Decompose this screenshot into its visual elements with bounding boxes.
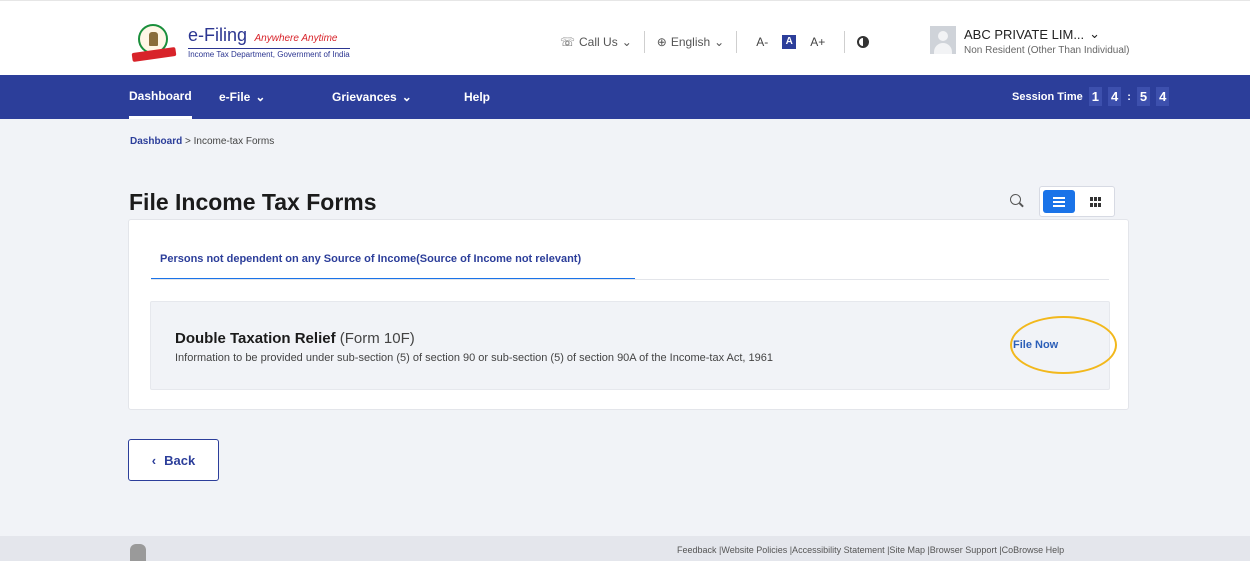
font-normal-button[interactable]: A <box>782 35 797 49</box>
nav-efile[interactable]: e-File ⌄ <box>219 75 265 119</box>
nav-dashboard[interactable]: Dashboard <box>129 75 192 119</box>
highlight-annotation <box>1010 316 1117 374</box>
tab-divider <box>151 279 1109 280</box>
view-toggle <box>1039 186 1115 217</box>
chevron-down-icon: ⌄ <box>255 90 266 104</box>
language-label: English <box>670 35 711 49</box>
list-view-button[interactable] <box>1043 190 1075 213</box>
breadcrumb-separator: > <box>185 136 191 147</box>
tab-label: Persons not dependent on any Source of I… <box>160 253 582 265</box>
session-label: Session Time <box>1012 90 1083 103</box>
top-header: e-Filing Anywhere Anytime Income Tax Dep… <box>0 0 1250 75</box>
nav-label: Grievances <box>332 90 397 104</box>
avatar <box>930 26 956 54</box>
breadcrumb: Dashboard > Income-tax Forms <box>130 136 274 147</box>
session-digit: 1 <box>1088 87 1102 106</box>
chevron-down-icon: ⌄ <box>401 90 412 104</box>
form-name: Double Taxation Relief <box>175 330 336 347</box>
form-description: Information to be provided under sub-sec… <box>175 352 774 364</box>
chevron-down-icon: ⌄ <box>1089 26 1101 41</box>
breadcrumb-dashboard-link[interactable]: Dashboard <box>130 136 182 147</box>
logo-tagline: Anywhere Anytime <box>254 32 338 44</box>
header-tools: ☏ Call Us ⌄ ⊕ English ⌄ A- A A+ <box>560 31 870 53</box>
grid-icon <box>1089 196 1101 207</box>
session-digit: 4 <box>1107 87 1122 106</box>
divider <box>736 31 738 53</box>
list-icon <box>1053 196 1065 207</box>
logo-subtitle: Income Tax Department, Government of Ind… <box>188 47 350 59</box>
globe-icon: ⊕ <box>656 35 667 49</box>
logo-title: e-Filing <box>188 24 248 45</box>
session-colon: : <box>1127 90 1131 103</box>
phone-icon: ☏ <box>560 35 576 49</box>
footer: Feedback |Website Policies |Accessibilit… <box>0 536 1250 561</box>
session-digit: 4 <box>1156 87 1170 106</box>
breadcrumb-current: Income-tax Forms <box>193 136 275 147</box>
form-code: (Form 10F) <box>339 330 415 347</box>
session-timer: Session Time 1 4 : 5 4 <box>1012 87 1170 106</box>
nav-label: e-File <box>219 90 251 104</box>
user-name: ABC PRIVATE LIM... <box>964 26 1085 42</box>
contrast-toggle-icon[interactable] <box>857 36 870 48</box>
chevron-down-icon: ⌄ <box>621 35 632 49</box>
view-tools <box>1010 186 1115 217</box>
session-digit: 5 <box>1136 87 1151 106</box>
call-us-label: Call Us <box>579 35 618 49</box>
form-title: Double Taxation Relief (Form 10F) <box>175 330 415 347</box>
form-list-item: Double Taxation Relief (Form 10F) Inform… <box>150 301 1110 390</box>
nav-grievances[interactable]: Grievances ⌄ <box>332 75 412 119</box>
chevron-down-icon: ⌄ <box>714 35 725 49</box>
divider <box>844 31 846 53</box>
footer-links[interactable]: Feedback |Website Policies |Accessibilit… <box>677 545 1064 555</box>
main-nav: Dashboard e-File ⌄ Grievances ⌄ Help Ses… <box>0 75 1250 119</box>
tab-source-not-relevant[interactable]: Persons not dependent on any Source of I… <box>151 247 635 280</box>
nav-label: Help <box>464 90 491 104</box>
user-type: Non Resident (Other Than Individual) <box>964 45 1130 56</box>
back-button[interactable]: ‹ Back <box>128 439 219 481</box>
user-menu[interactable]: ABC PRIVATE LIM... ⌄ Non Resident (Other… <box>930 26 1129 56</box>
language-dropdown[interactable]: ⊕ English ⌄ <box>657 35 724 49</box>
back-label: Back <box>164 452 196 468</box>
nav-help[interactable]: Help <box>464 75 490 119</box>
divider <box>643 31 645 53</box>
chevron-left-icon: ‹ <box>151 452 157 468</box>
font-decrease-button[interactable]: A- <box>756 35 768 49</box>
emblem-icon <box>130 544 146 561</box>
call-us-dropdown[interactable]: ☏ Call Us ⌄ <box>560 35 632 49</box>
nav-label: Dashboard <box>129 88 192 103</box>
efiling-logo[interactable]: e-Filing Anywhere Anytime Income Tax Dep… <box>130 22 350 63</box>
emblem-icon <box>130 22 180 63</box>
search-icon[interactable] <box>1010 194 1025 209</box>
page-title: File Income Tax Forms <box>129 189 377 215</box>
font-increase-button[interactable]: A+ <box>810 35 825 49</box>
grid-view-button[interactable] <box>1079 190 1111 213</box>
forms-card: Persons not dependent on any Source of I… <box>128 219 1129 410</box>
